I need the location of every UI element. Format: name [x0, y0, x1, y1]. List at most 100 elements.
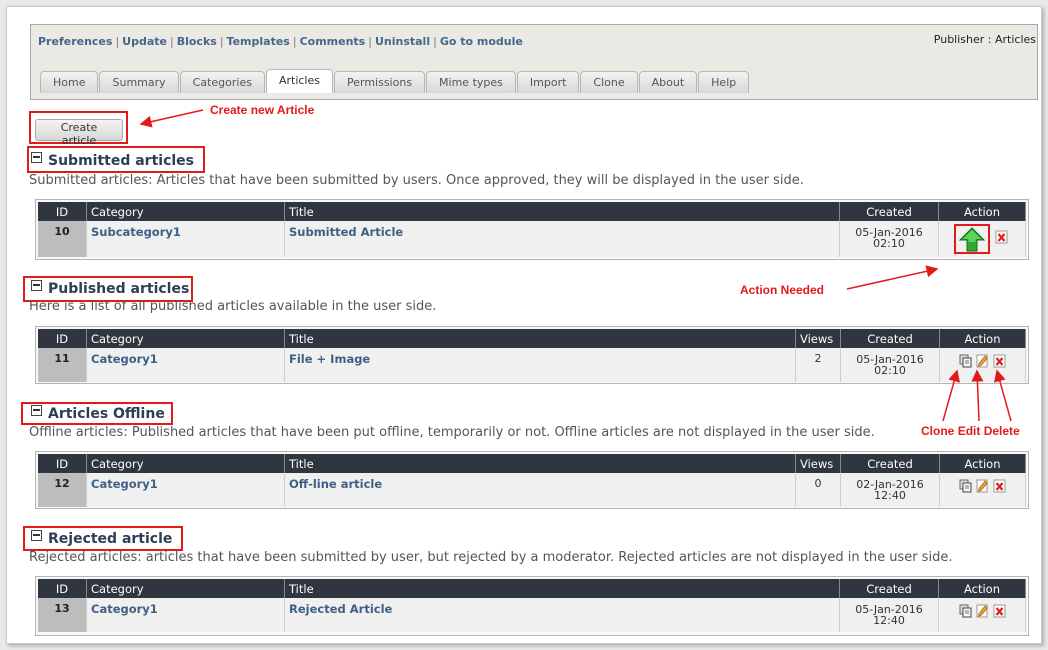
annotation-box-approve [953, 224, 990, 254]
collapse-toggle-icon[interactable] [31, 405, 42, 416]
col-category: Category [86, 202, 285, 221]
delete-icon[interactable] [993, 354, 1006, 368]
clone-icon[interactable] [959, 604, 972, 618]
category-link[interactable]: Subcategory1 [91, 225, 181, 239]
edit-pencil-icon[interactable] [976, 604, 989, 618]
delete-icon[interactable] [993, 479, 1006, 493]
link-uninstall[interactable]: Uninstall [375, 35, 430, 48]
offline-table-wrapper: ID Category Title Views Created Action 1… [35, 451, 1029, 509]
table-header-row: ID Category Title Views Created Action [38, 454, 1026, 473]
offline-title-text: Articles Offline [48, 406, 165, 422]
col-action: Action [938, 579, 1026, 598]
tab-categories[interactable]: Categories [179, 71, 265, 93]
module-header: Preferences | Update | Blocks | Templates | Comm… [30, 24, 1038, 100]
tab-summary[interactable]: Summary [99, 71, 179, 93]
created-cell: 05-Jan-2016 02:10 [839, 221, 939, 257]
row-id: 12 [38, 473, 87, 507]
delete-icon[interactable] [995, 230, 1008, 244]
published-title-text: Published articles [48, 281, 190, 297]
submitted-title-text: Submitted articles [48, 153, 195, 169]
collapse-toggle-icon[interactable] [31, 152, 42, 163]
created-cell: 05-Jan-2016 02:10 [840, 348, 940, 382]
category-link[interactable]: Category1 [91, 352, 158, 366]
article-title-link[interactable]: Off-line article [289, 477, 382, 491]
published-description: Here is a list of all published articles… [29, 299, 437, 314]
table-row: 10 Subcategory1 Submitted Article 05-Jan… [38, 221, 1026, 257]
col-category: Category [86, 329, 285, 348]
col-views: Views [795, 454, 841, 473]
edit-pencil-icon[interactable] [976, 354, 989, 368]
views-cell: 2 [795, 348, 841, 382]
category-link[interactable]: Category1 [91, 477, 158, 491]
created-time: 12:40 [873, 614, 905, 627]
submitted-table: ID Category Title Created Action 10 Subc… [38, 202, 1026, 257]
table-header-row: ID Category Title Views Created Action [38, 329, 1026, 348]
created-cell: 02-Jan-2016 12:40 [840, 473, 940, 507]
tab-home[interactable]: Home [40, 71, 99, 93]
article-title-link[interactable]: File + Image [289, 352, 370, 366]
arrow-to-approve [846, 265, 939, 290]
tab-clone[interactable]: Clone [580, 71, 638, 93]
col-created: Created [839, 579, 939, 598]
col-id: ID [38, 579, 87, 598]
link-blocks[interactable]: Blocks [177, 35, 217, 48]
tab-mime-types[interactable]: Mime types [426, 71, 516, 93]
tab-import[interactable]: Import [516, 71, 580, 93]
row-id: 13 [38, 598, 87, 632]
tab-articles[interactable]: Articles [265, 69, 333, 93]
col-views: Views [795, 329, 841, 348]
edit-pencil-icon[interactable] [976, 479, 989, 493]
action-cell [939, 473, 1026, 507]
col-id: ID [38, 454, 87, 473]
col-category: Category [86, 579, 285, 598]
link-templates[interactable]: Templates [227, 35, 290, 48]
rejected-section-title: Rejected article [31, 530, 173, 547]
submitted-table-wrapper: ID Category Title Created Action 10 Subc… [35, 199, 1029, 260]
link-comments[interactable]: Comments [300, 35, 366, 48]
annotation-clone: Clone [921, 424, 955, 438]
table-row: 13 Category1 Rejected Article 05-Jan-201… [38, 598, 1026, 632]
collapse-toggle-icon[interactable] [31, 530, 42, 541]
tab-permissions[interactable]: Permissions [333, 71, 426, 93]
article-title-link[interactable]: Submitted Article [289, 225, 403, 239]
action-cell [938, 598, 1026, 632]
link-go-to-module[interactable]: Go to module [440, 35, 523, 48]
rejected-title-text: Rejected article [48, 531, 173, 547]
col-title: Title [284, 454, 796, 473]
col-action: Action [939, 329, 1026, 348]
row-id: 11 [38, 348, 87, 382]
row-id: 10 [38, 221, 87, 257]
create-article-button[interactable]: Create article [35, 119, 123, 147]
action-cell [938, 221, 1026, 257]
col-title: Title [284, 329, 796, 348]
table-header-row: ID Category Title Created Action [38, 579, 1026, 598]
clone-icon[interactable] [959, 354, 972, 368]
col-created: Created [840, 454, 940, 473]
tab-about[interactable]: About [638, 71, 698, 93]
col-action: Action [939, 454, 1026, 473]
action-cell [939, 348, 1026, 382]
table-row: 12 Category1 Off-line article 0 02-Jan-2… [38, 473, 1026, 507]
link-preferences[interactable]: Preferences [38, 35, 112, 48]
rejected-table-wrapper: ID Category Title Created Action 13 Cate… [35, 576, 1029, 636]
collapse-toggle-icon[interactable] [31, 280, 42, 291]
annotation-delete: Delete [983, 424, 1020, 438]
views-cell: 0 [795, 473, 841, 507]
offline-table: ID Category Title Views Created Action 1… [38, 454, 1026, 507]
approve-arrow-icon[interactable] [957, 226, 987, 254]
created-time: 02:10 [874, 364, 906, 377]
table-header-row: ID Category Title Created Action [38, 202, 1026, 221]
tab-help[interactable]: Help [698, 71, 750, 93]
annotation-edit: Edit [957, 424, 981, 438]
category-link[interactable]: Category1 [91, 602, 158, 616]
col-created: Created [840, 329, 940, 348]
col-title: Title [284, 579, 840, 598]
delete-icon[interactable] [993, 604, 1006, 618]
submitted-section-title: Submitted articles [31, 152, 195, 169]
link-update[interactable]: Update [122, 35, 167, 48]
clone-icon[interactable] [959, 479, 972, 493]
submitted-description: Submitted articles: Articles that have b… [29, 173, 804, 188]
article-title-link[interactable]: Rejected Article [289, 602, 392, 616]
published-table-wrapper: ID Category Title Views Created Action 1… [35, 326, 1029, 384]
col-id: ID [38, 202, 87, 221]
